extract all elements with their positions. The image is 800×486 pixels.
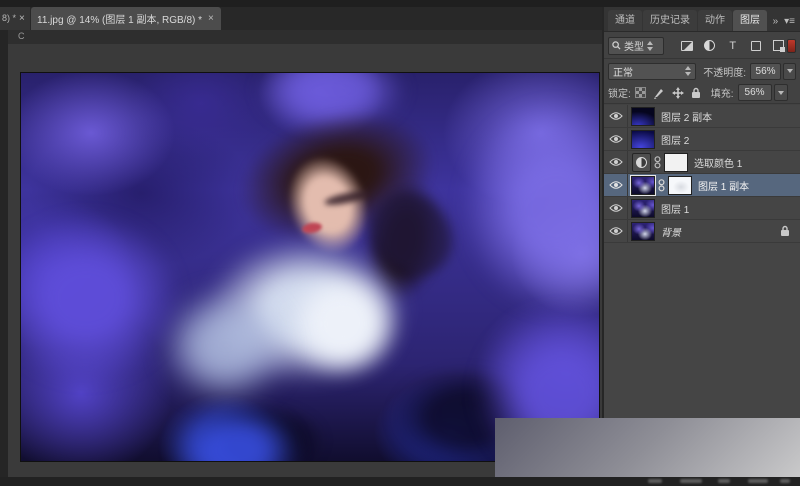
bottom-gradient-overlay bbox=[495, 418, 800, 477]
panel-collapse-icon[interactable]: » bbox=[773, 16, 779, 27]
smart-object-filter-icon[interactable] bbox=[770, 37, 787, 54]
document-tab-active[interactable]: 11.jpg @ 14% (图层 1 副本, RGB/8) * × bbox=[31, 7, 221, 30]
photo-flower-blob bbox=[20, 213, 181, 383]
panel-tab-bar: 通道 历史记录 动作 图层 » ▾≡ bbox=[604, 7, 800, 32]
canvas-photo[interactable] bbox=[20, 72, 600, 462]
layer-thumbnail[interactable] bbox=[631, 176, 655, 195]
visibility-cell[interactable] bbox=[604, 197, 628, 219]
lock-paint-icon[interactable] bbox=[653, 87, 665, 99]
layers-panel: 通道 历史记录 动作 图层 » ▾≡ 类型 T bbox=[602, 7, 800, 477]
layer-name[interactable]: 图层 2 bbox=[661, 132, 689, 147]
blend-mode-dropdown[interactable]: 正常 bbox=[608, 63, 696, 80]
eye-icon bbox=[609, 226, 623, 236]
layer-name[interactable]: 图层 1 副本 bbox=[698, 178, 749, 193]
visibility-cell[interactable] bbox=[604, 174, 628, 196]
adjustment-filter-icon[interactable] bbox=[701, 37, 718, 54]
lock-position-icon[interactable] bbox=[672, 87, 684, 99]
bottom-smudge bbox=[680, 479, 702, 483]
layer-thumbnail[interactable] bbox=[631, 107, 655, 126]
tab-history[interactable]: 历史记录 bbox=[643, 10, 697, 31]
dropdown-arrows-icon bbox=[778, 91, 784, 95]
eye-icon bbox=[609, 111, 623, 121]
layer-lock-icon bbox=[780, 225, 790, 237]
eye-icon bbox=[609, 134, 623, 144]
layer-thumbnail[interactable] bbox=[631, 222, 655, 241]
blend-mode-row: 正常 不透明度: 56% bbox=[604, 60, 800, 82]
active-tab-title: 11.jpg @ 14% (图层 1 副本, RGB/8) * bbox=[37, 11, 202, 26]
fill-dropdown-button[interactable] bbox=[774, 84, 788, 101]
opacity-label: 不透明度: bbox=[703, 64, 746, 79]
eye-icon bbox=[609, 203, 623, 213]
layer-thumbnail[interactable] bbox=[631, 199, 655, 218]
layer-mask-thumbnail[interactable] bbox=[668, 176, 692, 195]
bottom-strip bbox=[0, 477, 800, 486]
layer-row-selected[interactable]: 图层 1 副本 bbox=[604, 174, 800, 197]
panel-menu-icon[interactable]: ▾≡ bbox=[784, 16, 795, 27]
lock-transparency-icon[interactable] bbox=[635, 87, 646, 98]
document-tab-partial[interactable]: 8) * × bbox=[0, 7, 30, 30]
layer-row-background[interactable]: 背景 bbox=[604, 220, 800, 243]
dropdown-arrows-icon bbox=[787, 69, 793, 73]
photoshop-window: 8) * × 11.jpg @ 14% (图层 1 副本, RGB/8) * ×… bbox=[0, 0, 800, 486]
lock-row: 锁定: 填充: 56% bbox=[604, 82, 800, 104]
layer-row[interactable]: 图层 2 bbox=[604, 128, 800, 151]
layer-row[interactable]: 选取颜色 1 bbox=[604, 151, 800, 174]
layer-row[interactable]: 图层 2 副本 bbox=[604, 105, 800, 128]
visibility-cell[interactable] bbox=[604, 105, 628, 127]
lock-all-icon[interactable] bbox=[691, 87, 701, 99]
tab-layers[interactable]: 图层 bbox=[733, 10, 767, 31]
eye-icon bbox=[609, 180, 623, 190]
lock-label: 锁定: bbox=[608, 85, 631, 100]
tab-actions[interactable]: 动作 bbox=[698, 10, 732, 31]
corner-mark: C bbox=[18, 31, 25, 41]
bottom-smudge bbox=[648, 479, 662, 483]
layer-list: 图层 2 副本 图层 2 bbox=[604, 105, 800, 243]
visibility-cell[interactable] bbox=[604, 220, 628, 242]
document-tab-bar: 8) * × 11.jpg @ 14% (图层 1 副本, RGB/8) * × bbox=[0, 7, 602, 30]
document-sub-strip: C bbox=[0, 30, 602, 44]
visibility-cell[interactable] bbox=[604, 151, 628, 173]
eye-icon bbox=[609, 157, 623, 167]
layer-filter-bar: 类型 T bbox=[604, 33, 800, 59]
bottom-smudge bbox=[718, 479, 730, 483]
layer-name[interactable]: 选取颜色 1 bbox=[694, 155, 742, 170]
visibility-cell[interactable] bbox=[604, 128, 628, 150]
photo-dress bbox=[286, 268, 401, 380]
dropdown-arrows-icon bbox=[685, 66, 691, 76]
layer-row[interactable]: 图层 1 bbox=[604, 197, 800, 220]
window-left-edge bbox=[0, 30, 8, 477]
opacity-dropdown-button[interactable] bbox=[783, 63, 796, 80]
dropdown-arrows-icon bbox=[647, 41, 653, 51]
opacity-value[interactable]: 56% bbox=[750, 63, 781, 80]
close-icon[interactable]: × bbox=[208, 13, 214, 24]
layer-name[interactable]: 图层 2 副本 bbox=[661, 109, 712, 124]
adjustment-layer-icon[interactable] bbox=[632, 153, 651, 172]
close-icon[interactable]: × bbox=[19, 7, 25, 30]
bottom-smudge bbox=[780, 479, 790, 483]
shape-filter-icon[interactable] bbox=[747, 37, 764, 54]
bottom-smudge bbox=[748, 479, 768, 483]
partial-tab-label: 8) * bbox=[2, 7, 16, 30]
layer-thumbnail[interactable] bbox=[631, 130, 655, 149]
layer-name[interactable]: 图层 1 bbox=[661, 201, 689, 216]
window-top-strip bbox=[0, 0, 800, 7]
fill-value[interactable]: 56% bbox=[738, 84, 772, 101]
blend-mode-value: 正常 bbox=[613, 64, 633, 79]
layer-mask-thumbnail[interactable] bbox=[664, 153, 688, 172]
mask-link-icon[interactable] bbox=[653, 156, 662, 169]
fill-label: 填充: bbox=[711, 85, 734, 100]
tab-channels[interactable]: 通道 bbox=[608, 10, 642, 31]
pixel-filter-icon[interactable] bbox=[678, 37, 695, 54]
filter-kind-dropdown[interactable]: 类型 bbox=[608, 37, 664, 55]
mask-link-icon[interactable] bbox=[657, 179, 666, 192]
type-filter-icon[interactable]: T bbox=[724, 37, 741, 54]
search-icon bbox=[612, 41, 621, 50]
layer-name[interactable]: 背景 bbox=[661, 224, 681, 239]
selective-color-icon bbox=[636, 157, 647, 168]
photo-flower-blob bbox=[461, 103, 600, 313]
filter-kind-label: 类型 bbox=[624, 38, 644, 53]
filter-toggle-icon[interactable] bbox=[787, 39, 796, 53]
